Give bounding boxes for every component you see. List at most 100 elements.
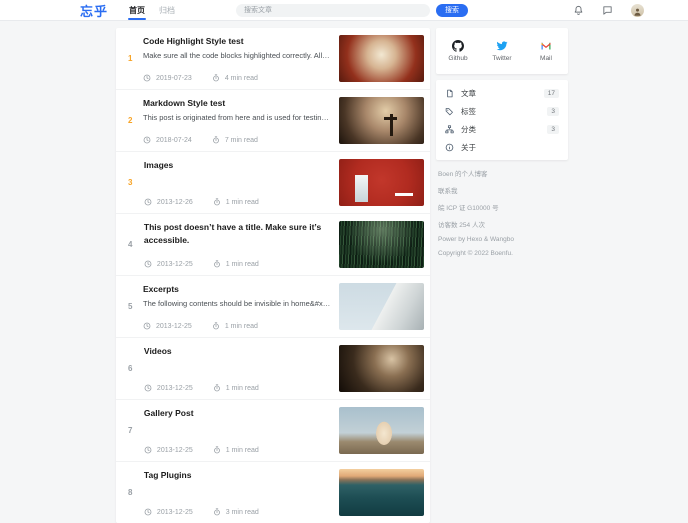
timer-icon [213,508,221,516]
tags-icon [445,107,454,116]
autumn-forest-photo[interactable] [339,35,424,82]
post-title[interactable]: Tag Plugins [144,469,331,482]
stats-item-categories[interactable]: 分类 3 [436,120,568,138]
red-door-photo[interactable] [339,159,424,206]
post-meta: 2019-07-23 4 min read [143,74,331,82]
clock-icon [143,136,151,144]
clock-icon [143,74,151,82]
post-title[interactable]: Gallery Post [144,407,331,420]
bell-icon[interactable] [573,5,584,16]
categories-count-badge: 3 [547,124,559,134]
timer-icon [212,322,220,330]
post-list-item[interactable]: 1 Code Highlight Style test Make sure al… [116,28,430,89]
post-meta: 2013-12-25 1 min read [143,322,331,330]
post-list-item[interactable]: 7 Gallery Post 2013-12-25 1 min read [116,399,430,461]
post-read-time: 1 min read [225,260,259,268]
search-input[interactable] [236,3,431,17]
sidebar-footer: Boen 的个人博客 联系我 皖 ICP 证 G10000 号 访客数 254 … [436,168,568,257]
post-title[interactable]: This post doesn’t have a title. Make sur… [144,221,331,247]
building-photo[interactable] [339,283,424,330]
dark-rocks-photo[interactable] [339,345,424,392]
post-read-time: 1 min read [224,322,258,330]
post-read-time: 1 min read [225,446,259,454]
post-rank: 5 [128,302,133,311]
post-meta: 2013-12-25 1 min read [144,260,331,268]
post-date: 2013-12-25 [156,384,193,392]
post-list-item[interactable]: 5 Excerpts The following contents should… [116,275,430,337]
visitor-count-text: 访客数 254 人次 [438,222,485,229]
stats-item-posts[interactable]: 文章 17 [436,84,568,102]
post-rank: 2 [128,116,133,125]
post-list-item[interactable]: 3 Images 2013-12-26 1 min read [116,151,430,213]
post-date: 2013-12-25 [156,322,192,330]
social-links-card: Github Twitter Mail [436,28,568,74]
search-button[interactable]: 搜索 [436,3,469,17]
twitter-label: Twitter [492,55,512,62]
nav-item-archive[interactable]: 归档 [152,0,182,20]
categories-icon [445,124,454,134]
post-date: 2013-12-25 [156,260,193,268]
twitter-icon [496,41,508,51]
stats-item-about[interactable]: 关于 [436,138,568,156]
bamboo-forest-photo[interactable] [339,221,424,268]
cross-sky-photo[interactable] [339,97,424,144]
post-title[interactable]: Videos [144,345,331,358]
github-icon [452,40,464,52]
avatar[interactable] [631,3,644,17]
contact-link[interactable]: 联系我 [438,185,568,195]
copyright-text: Copyright © 2022 Boenfu. [438,250,513,257]
tags-count-badge: 3 [547,106,559,116]
post-title[interactable]: Markdown Style test [143,97,331,110]
mail-icon [541,42,551,50]
mail-link[interactable]: Mail [524,40,568,62]
post-list-item[interactable]: 4 This post doesn’t have a title. Make s… [116,213,430,275]
post-read-time: 1 min read [225,198,259,206]
site-stats-card: 文章 17 标签 3 分类 3 关于 [436,80,568,160]
clock-icon [144,260,152,268]
post-excerpt: The following contents should be invisib… [143,299,331,309]
post-excerpt: Make sure all the code blocks highlighte… [143,51,331,61]
clock-icon [144,198,152,206]
post-list-item[interactable]: 2 Markdown Style test This post is origi… [116,89,430,151]
stats-item-tags[interactable]: 标签 3 [436,102,568,120]
site-logo[interactable]: 忘乎 [80,1,108,20]
post-list-item[interactable]: 6 Videos 2013-12-25 1 min read [116,337,430,399]
ocean-wave-photo[interactable] [339,469,424,516]
github-link[interactable]: Github [436,40,480,62]
cat-photo[interactable] [339,407,424,454]
timer-icon [213,198,221,206]
post-meta: 2013-12-25 3 min read [144,508,331,516]
post-rank: 1 [128,54,133,63]
nav-item-home[interactable]: 首页 [122,0,152,20]
post-rank: 6 [128,364,133,373]
post-rank: 7 [128,426,133,435]
post-title[interactable]: Code Highlight Style test [143,35,331,48]
powered-by-text: Power by Hexo & Wangbo [438,236,514,243]
post-date: 2013-12-25 [156,508,193,516]
post-rank: 3 [128,178,133,187]
post-rank: 4 [128,240,133,249]
timer-icon [213,384,221,392]
clock-icon [143,322,151,330]
post-rank: 8 [128,488,133,497]
github-label: Github [448,55,468,62]
post-title[interactable]: Excerpts [143,283,331,296]
blog-owner-text[interactable]: Boen 的个人博客 [438,168,568,178]
post-list: 1 Code Highlight Style test Make sure al… [116,28,430,523]
timer-icon [212,74,220,82]
post-list-item[interactable]: 8 Tag Plugins 2013-12-25 3 min read [116,461,430,523]
mail-label: Mail [540,55,552,62]
post-title[interactable]: Images [144,159,331,172]
post-date: 2013-12-26 [156,198,193,206]
sidebar: Github Twitter Mail 文章 17 标签 3 分类 3 关于 B… [436,28,568,264]
about-icon [445,143,454,152]
clock-icon [144,384,152,392]
post-date: 2013-12-25 [156,446,193,454]
top-navbar: 忘乎 首页 归档 搜索 [0,0,688,21]
search-bar: 搜索 [236,3,469,17]
twitter-link[interactable]: Twitter [480,40,524,62]
post-date: 2018-07-24 [156,136,192,144]
chat-icon[interactable] [602,5,613,16]
post-read-time: 4 min read [224,74,258,82]
post-meta: 2013-12-25 1 min read [144,384,331,392]
